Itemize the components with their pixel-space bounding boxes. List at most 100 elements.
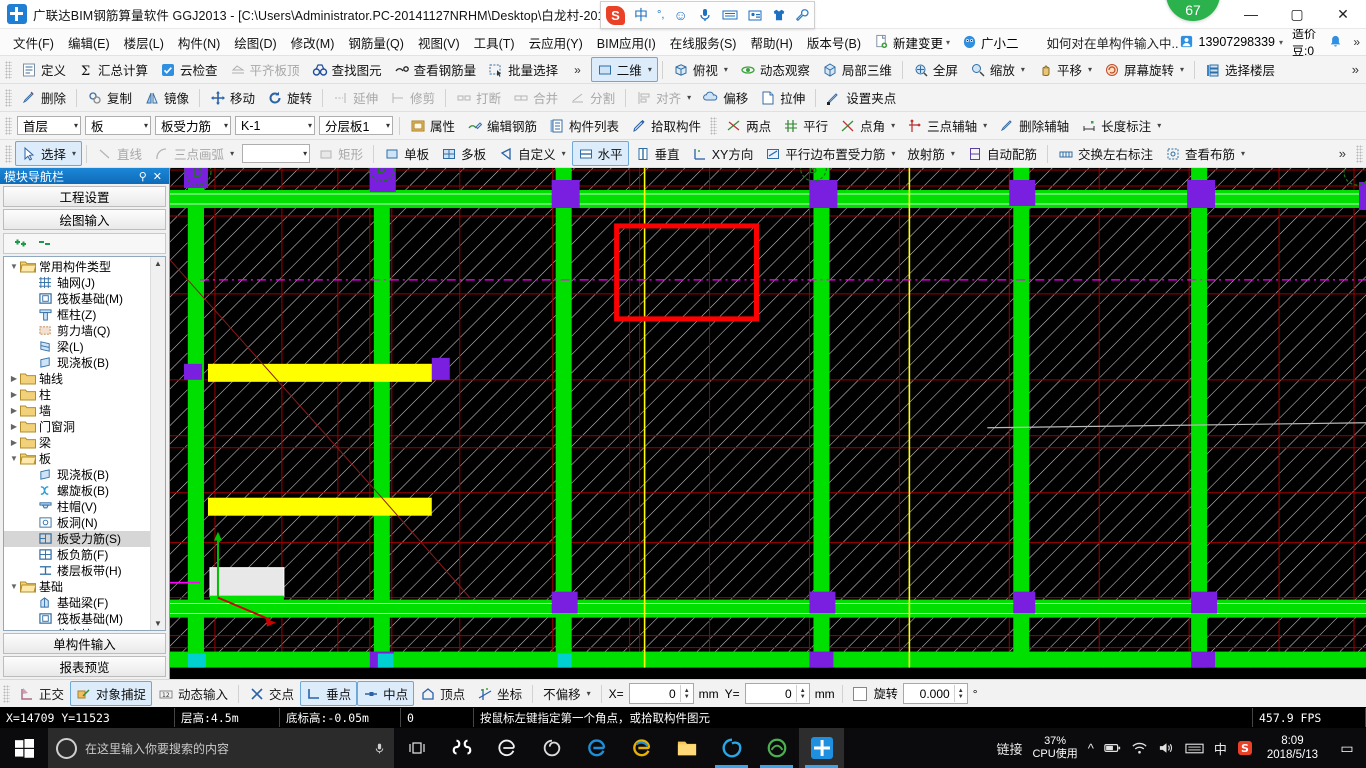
tree-item-4[interactable]: 剪力墙(Q) — [4, 323, 150, 339]
menu-file[interactable]: 文件(F) — [6, 30, 61, 55]
trim-button[interactable]: 修剪 — [384, 85, 441, 110]
zoom-button[interactable]: 缩放 ▾ — [964, 57, 1031, 82]
account-phone[interactable]: 13907298339 ▾ — [1179, 34, 1283, 50]
keyboard-icon[interactable] — [1185, 742, 1204, 755]
find-element-button[interactable]: 查找图元 — [306, 57, 388, 82]
tree-item-1[interactable]: 轴网(J) — [4, 275, 150, 291]
menu-floor[interactable]: 楼层(L) — [117, 30, 171, 55]
notification-badge[interactable]: 67 — [1166, 0, 1220, 21]
rotate-checkbox[interactable] — [852, 686, 867, 701]
ime-emoji-icon[interactable]: ☺ — [673, 7, 687, 23]
intersection-snap-button[interactable]: 交点 — [243, 681, 300, 706]
sogou-tray-icon[interactable]: S — [1237, 740, 1253, 756]
chevron-right-icon[interactable]: ▶ — [8, 390, 20, 399]
stretch-button[interactable]: 拉伸 — [754, 85, 811, 110]
toolbar-grip[interactable] — [710, 116, 718, 135]
tree-item-7[interactable]: ▶ 轴线 — [4, 371, 150, 387]
toolbar-grip[interactable] — [5, 88, 12, 107]
menu-cloud[interactable]: 云应用(Y) — [522, 30, 590, 55]
menu-bim[interactable]: BIM应用(I) — [590, 30, 663, 55]
menu-draw[interactable]: 绘图(D) — [227, 30, 283, 55]
edge-green-icon[interactable] — [484, 728, 529, 768]
tree-item-20[interactable]: ▼ 基础 — [4, 579, 150, 595]
ime-toolbar[interactable]: S 中 °, ☺ — [600, 1, 815, 29]
volume-icon[interactable] — [1158, 741, 1175, 755]
set-grip-button[interactable]: 设置夹点 — [820, 85, 902, 110]
move-button[interactable]: 移动 — [204, 85, 261, 110]
tab-project-settings[interactable]: 工程设置 — [3, 186, 166, 207]
swap-annotation-button[interactable]: 交换左右标注 — [1052, 141, 1159, 166]
explorer-icon[interactable] — [664, 728, 709, 768]
rebar-type-combo[interactable]: 板受力筋 ▾ — [155, 116, 231, 135]
spiral-browser-icon[interactable] — [529, 728, 574, 768]
view-rebar-layout-button[interactable]: 查看布筋 ▾ — [1159, 141, 1251, 166]
coordinate-snap-button[interactable]: 坐标 — [471, 681, 528, 706]
ie-icon[interactable] — [619, 728, 664, 768]
mic-icon[interactable] — [373, 741, 386, 756]
toolbar-grip[interactable] — [3, 684, 10, 703]
action-center-icon[interactable]: ▭ — [1332, 740, 1362, 757]
chevron-down-icon[interactable]: ▾ — [983, 121, 987, 130]
chevron-down-icon[interactable]: ▾ — [1180, 65, 1184, 74]
battery-icon[interactable] — [1104, 741, 1121, 755]
ortho-button[interactable]: 正交 — [13, 681, 70, 706]
rotate-input[interactable]: 0.000 ▲ ▼ — [902, 683, 968, 704]
chevron-down-icon[interactable]: ▾ — [891, 149, 895, 158]
taskbar-clock[interactable]: 8:09 2018/5/13 — [1263, 734, 1322, 762]
rectangle-tool-button[interactable]: 矩形 — [312, 141, 369, 166]
layer-combo[interactable]: 分层板1 ▾ — [319, 116, 393, 135]
chevron-right-icon[interactable]: ▶ — [8, 406, 20, 415]
select-floor-button[interactable]: 选择楼层 — [1199, 57, 1281, 82]
toolbar-grip[interactable] — [5, 144, 12, 163]
perpendicular-snap-button[interactable]: 垂点 — [300, 681, 358, 706]
y-spinner-icon[interactable]: ▲ ▼ — [795, 685, 809, 702]
chevron-down-icon[interactable]: ▾ — [687, 93, 691, 102]
taskbar-search[interactable]: 在这里输入你要搜索的内容 — [48, 728, 394, 768]
expand-all-icon[interactable] — [12, 235, 28, 251]
tree-item-22[interactable]: 筏板基础(M) — [4, 611, 150, 627]
chevron-down-icon[interactable]: ▾ — [946, 38, 950, 47]
drawing-canvas[interactable]: D D B — [170, 168, 1366, 679]
orbit-button[interactable]: 动态观察 — [734, 57, 816, 82]
ime-mic-icon[interactable] — [697, 7, 713, 23]
tree-item-15[interactable]: 柱帽(V) — [4, 499, 150, 515]
dynamic-input-button[interactable]: 12 动态输入 — [152, 681, 234, 706]
report-preview-button[interactable]: 报表预览 — [3, 656, 166, 677]
align-button[interactable]: 对齐 ▾ — [630, 85, 697, 110]
tray-expand-icon[interactable]: ^ — [1088, 741, 1094, 756]
chevron-down-icon[interactable]: ▾ — [562, 149, 566, 158]
menu-component[interactable]: 构件(N) — [171, 30, 227, 55]
tree-item-13[interactable]: 现浇板(B) — [4, 467, 150, 483]
draw-style-combo[interactable]: ▾ — [242, 144, 311, 163]
chevron-down-icon[interactable]: ▼ — [8, 454, 20, 463]
toolbar-view-overflow-button[interactable]: » — [1345, 62, 1366, 77]
green-browser-icon[interactable] — [754, 728, 799, 768]
component-tree[interactable]: ▼ 常用构件类型 轴网(J) 筏板基础(M) 框柱(Z) 剪力墙(Q) 梁(L) 现浇板(B)… — [3, 255, 166, 631]
tree-item-6[interactable]: 现浇板(B) — [4, 355, 150, 371]
summary-calc-button[interactable]: Σ 汇总计算 — [72, 57, 154, 82]
link-label[interactable]: 链接 — [996, 739, 1022, 758]
tree-item-18[interactable]: 板负筋(F) — [4, 547, 150, 563]
component-type-combo[interactable]: 板 ▾ — [85, 116, 151, 135]
chevron-down-icon[interactable]: ▾ — [587, 689, 591, 698]
single-slab-button[interactable]: 单板 — [378, 141, 435, 166]
edit-rebar-button[interactable]: 编辑钢筋 — [461, 113, 543, 138]
close-icon[interactable]: ✕ — [150, 170, 165, 183]
offset-mode-dropdown[interactable]: 不偏移 ▾ — [537, 681, 597, 706]
tree-scrollbar[interactable]: ▲ ▼ — [150, 256, 165, 630]
xy-direction-button[interactable]: XY方向 — [686, 141, 760, 166]
ime-settings-icon[interactable] — [795, 8, 809, 22]
menubar-tip[interactable]: 如何对在单构件输入中.. — [1047, 33, 1179, 52]
menubar-overflow-button[interactable]: » — [1353, 35, 1360, 49]
beans-label[interactable]: 造价豆:0 — [1292, 25, 1319, 59]
tree-item-21[interactable]: 基础梁(F) — [4, 595, 150, 611]
point-angle-axis-button[interactable]: 点角 ▾ — [834, 113, 901, 138]
offset-button[interactable]: 偏移 — [697, 85, 754, 110]
ggj-app-icon[interactable] — [799, 728, 844, 768]
component-tree-list[interactable]: ▼ 常用构件类型 轴网(J) 筏板基础(M) 框柱(Z) 剪力墙(Q) 梁(L) 现浇板(B)… — [4, 257, 150, 630]
sogou-logo-icon[interactable]: S — [606, 5, 625, 25]
define-button[interactable]: 定义 — [15, 57, 72, 82]
line-tool-button[interactable]: 直线 — [91, 141, 148, 166]
length-dimension-button[interactable]: 长度标注 ▾ — [1075, 113, 1167, 138]
chevron-down-icon[interactable]: ▾ — [724, 65, 728, 74]
